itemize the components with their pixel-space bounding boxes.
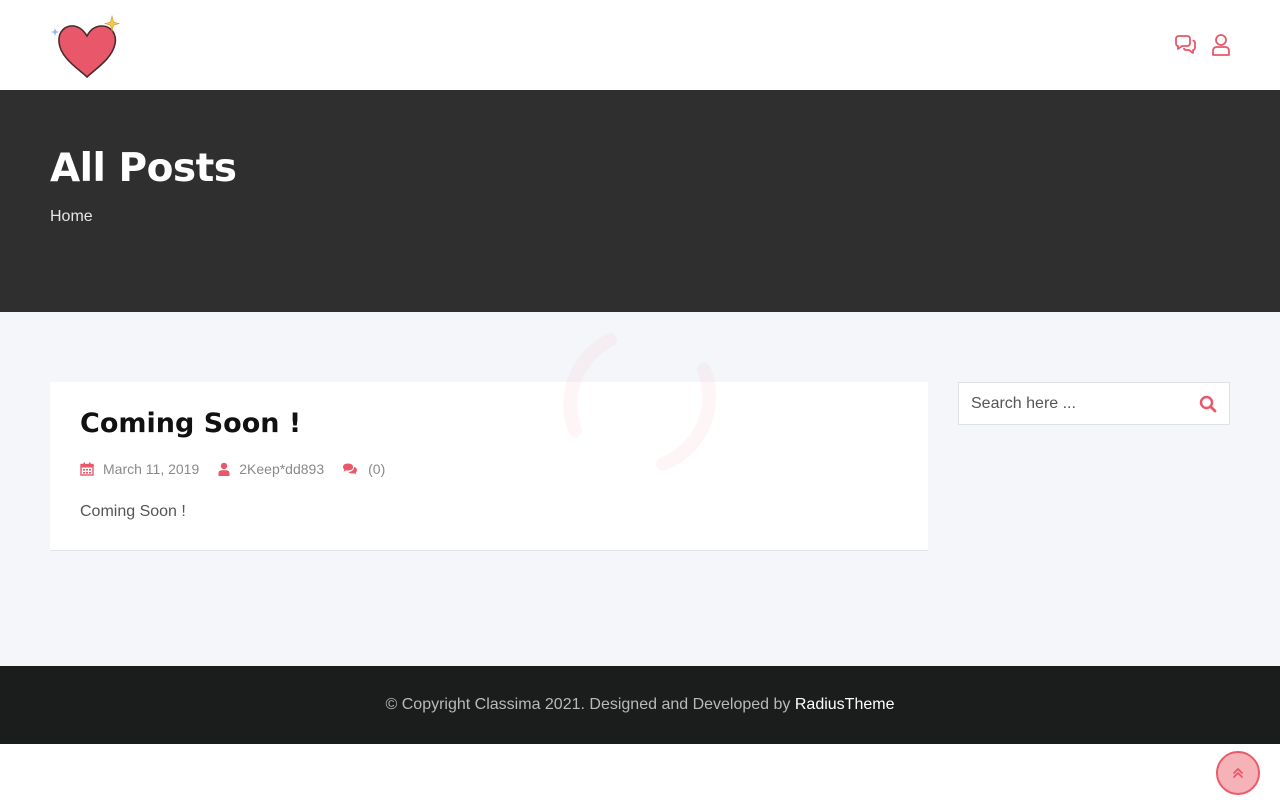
developer-link[interactable]: RadiusTheme <box>795 696 895 713</box>
post-author-link[interactable]: 2Keep*dd893 <box>239 461 324 477</box>
header-actions <box>1174 33 1232 57</box>
loading-spinner-icon <box>563 333 717 471</box>
breadcrumb-home-link[interactable]: Home <box>50 208 93 226</box>
post-date-text: March 11, 2019 <box>103 461 200 477</box>
back-to-top-button[interactable] <box>1216 751 1260 795</box>
post-card: Coming Soon ! March 11, 2019 2Keep*dd893… <box>50 382 928 551</box>
user-icon[interactable] <box>1210 33 1232 57</box>
post-comments-count[interactable]: (0) <box>368 461 385 477</box>
post-meta: March 11, 2019 2Keep*dd893 (0) <box>80 461 403 477</box>
chat-icon[interactable] <box>1174 33 1196 57</box>
comments-icon <box>343 463 358 475</box>
heart-logo-icon[interactable] <box>50 14 122 80</box>
search-icon[interactable] <box>1199 395 1217 413</box>
copyright-label: © Copyright Classima 2021. Designed and … <box>385 696 791 713</box>
page-title: All Posts <box>50 146 237 191</box>
page-banner: All Posts Home <box>0 90 1280 312</box>
double-chevron-up-icon <box>1233 768 1243 778</box>
post-date: March 11, 2019 <box>80 461 199 477</box>
author-icon <box>218 462 230 476</box>
post-comments: (0) <box>342 461 385 477</box>
sidebar-search <box>958 382 1230 425</box>
search-input[interactable] <box>959 383 1189 424</box>
post-excerpt: Coming Soon ! <box>80 503 186 520</box>
site-header <box>0 0 1280 90</box>
calendar-icon <box>80 462 94 476</box>
post-title-link[interactable]: Coming Soon ! <box>80 408 301 439</box>
copyright-text: © Copyright Classima 2021. Designed and … <box>0 696 1280 714</box>
site-footer: © Copyright Classima 2021. Designed and … <box>0 666 1280 744</box>
post-author: 2Keep*dd893 <box>217 461 324 477</box>
